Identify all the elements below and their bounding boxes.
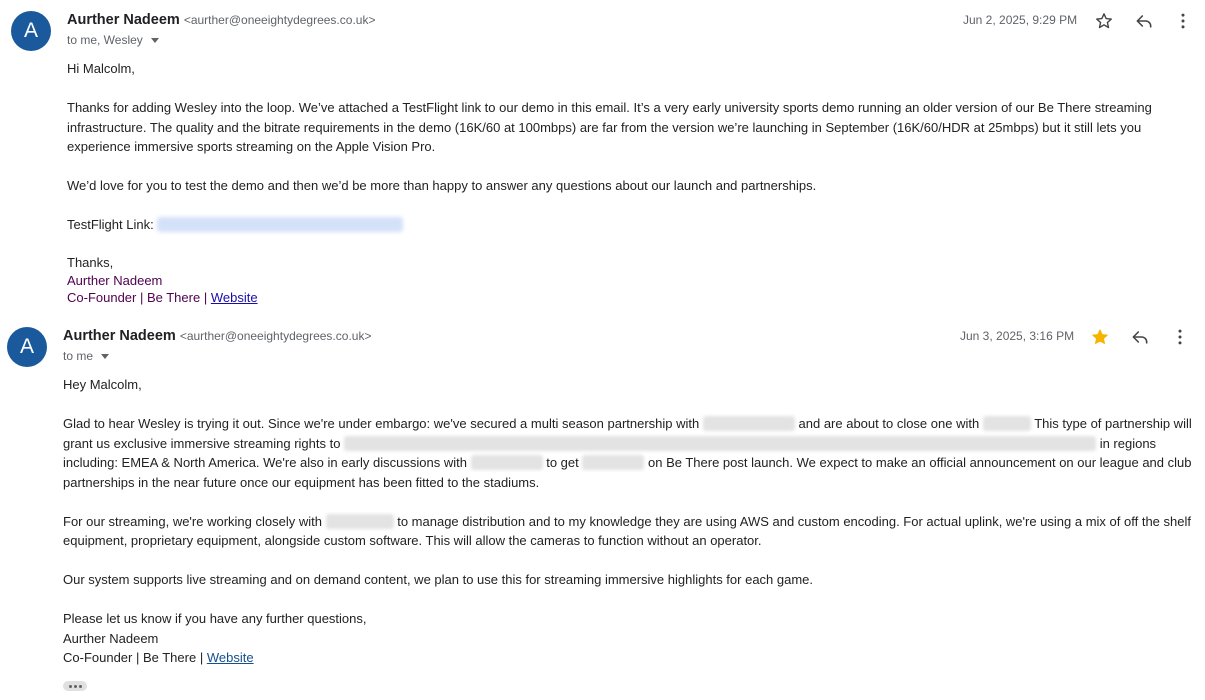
message-date: Jun 2, 2025, 9:29 PM: [963, 13, 1078, 27]
chevron-down-icon[interactable]: [101, 354, 110, 359]
sender: Aurther Nadeem <aurther@oneeightydegrees.…: [63, 328, 371, 344]
closing: Thanks,: [67, 255, 114, 270]
redacted-text: [982, 416, 1031, 431]
body-paragraph: For our streaming, we're working closely…: [63, 512, 1193, 551]
signature-title: Co-Founder | Be There | Website: [67, 289, 1167, 306]
text-segment: For our streaming, we're working closely…: [63, 513, 322, 529]
greeting: Hey Malcolm,: [63, 377, 142, 392]
testflight-label: TestFlight Link:: [67, 217, 154, 232]
signature-title-text: Co-Founder | Be There |: [63, 650, 204, 665]
redacted-text: [470, 455, 543, 470]
sender-email: <aurther@oneeightydegrees.co.uk>: [183, 13, 376, 27]
signature-name: Aurther Nadeem: [67, 273, 163, 288]
recipients-label: to me: [63, 349, 94, 363]
recipients-label: to me, Wesley: [67, 33, 143, 47]
signature-title-text: Co-Founder | Be There |: [67, 290, 208, 305]
recipients-dropdown[interactable]: to me: [63, 349, 110, 363]
more-horiz-icon: [68, 684, 72, 688]
message-date: Jun 3, 2025, 3:16 PM: [960, 329, 1075, 343]
website-link[interactable]: Website: [211, 290, 258, 305]
body-paragraph: Thanks for adding Wesley into the loop. …: [67, 100, 1152, 154]
sender-name[interactable]: Aurther Nadeem: [67, 12, 180, 28]
redacted-testflight-link[interactable]: [157, 217, 404, 232]
more-vert-icon[interactable]: [1171, 9, 1195, 33]
more-horiz-icon: [78, 684, 82, 688]
avatar[interactable]: A: [11, 11, 51, 51]
more-vert-icon[interactable]: [1168, 325, 1192, 349]
chevron-down-icon[interactable]: [150, 38, 159, 43]
message-body: Hi Malcolm, Thanks for adding Wesley int…: [67, 59, 1167, 306]
signature-name: Aurther Nadeem: [63, 630, 159, 646]
redacted-text: [582, 455, 645, 470]
redacted-text: [344, 435, 1097, 451]
text-segment: to get: [546, 455, 579, 470]
sender-name[interactable]: Aurther Nadeem: [63, 328, 176, 344]
testflight-line: TestFlight Link:: [67, 215, 1167, 235]
more-horiz-icon: [73, 684, 77, 688]
body-paragraph: We’d love for you to test the demo and t…: [67, 178, 817, 193]
text-segment: and are about to close one with: [798, 416, 980, 431]
website-link[interactable]: Website: [207, 650, 254, 665]
avatar[interactable]: A: [7, 327, 47, 367]
redacted-text: [702, 416, 795, 431]
show-trimmed-content-button[interactable]: [63, 681, 87, 691]
reply-icon[interactable]: [1132, 9, 1156, 33]
star-icon[interactable]: [1092, 9, 1116, 33]
signature-title: Co-Founder | Be There | Website: [63, 648, 1193, 668]
message-body: Hey Malcolm, Glad to hear Wesley is tryi…: [63, 375, 1193, 668]
body-paragraph: Our system supports live streaming and o…: [63, 572, 814, 587]
recipients-dropdown[interactable]: to me, Wesley: [67, 33, 159, 47]
redacted-text: [325, 513, 394, 529]
text-segment: Glad to hear Wesley is trying it out. Si…: [63, 416, 700, 431]
reply-icon[interactable]: [1128, 325, 1152, 349]
greeting: Hi Malcolm,: [67, 61, 135, 76]
star-filled-icon[interactable]: [1088, 325, 1112, 349]
body-paragraph: Please let us know if you have any furth…: [63, 611, 367, 626]
sender: Aurther Nadeem <aurther@oneeightydegrees.…: [67, 12, 375, 28]
sender-email: <aurther@oneeightydegrees.co.uk>: [179, 329, 372, 343]
body-paragraph: Glad to hear Wesley is trying it out. Si…: [63, 414, 1193, 492]
